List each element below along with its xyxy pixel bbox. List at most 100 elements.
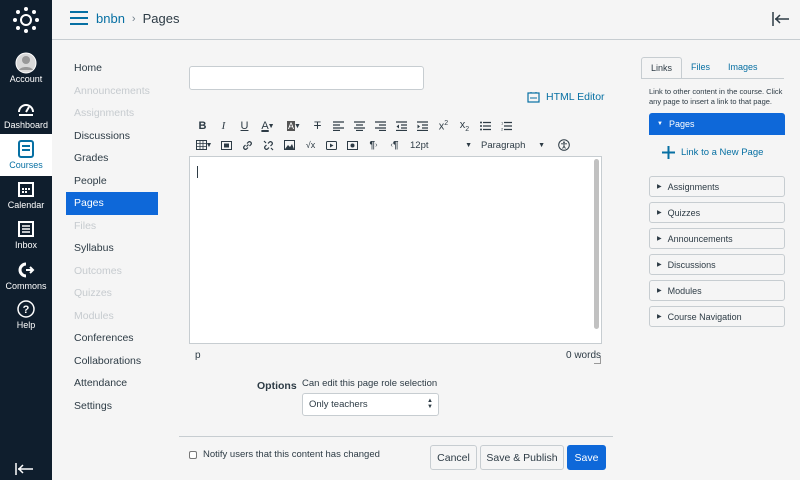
section-label: Announcements bbox=[667, 233, 733, 244]
breadcrumb-course[interactable]: bnbn bbox=[96, 11, 125, 26]
tab-images[interactable]: Images bbox=[719, 57, 767, 79]
tab-links[interactable]: Links bbox=[641, 57, 683, 79]
nav-inbox[interactable]: Inbox bbox=[0, 218, 52, 258]
course-nav-attendance[interactable]: Attendance bbox=[66, 372, 158, 395]
chevron-down-icon: ▼ bbox=[203, 141, 213, 149]
triangle-right-icon: ▶ bbox=[657, 288, 662, 294]
bullet-list-button[interactable] bbox=[475, 118, 496, 134]
hamburger-icon[interactable] bbox=[70, 11, 88, 27]
link-to-new-page[interactable]: Link to a New Page bbox=[662, 146, 763, 159]
clear-formatting-button[interactable]: T bbox=[307, 118, 328, 134]
course-nav-grades[interactable]: Grades bbox=[66, 147, 158, 170]
calendar-icon bbox=[15, 178, 37, 200]
media-button[interactable] bbox=[216, 137, 237, 153]
collapse-sidebar-icon[interactable] bbox=[772, 11, 790, 27]
course-nav-home[interactable]: Home bbox=[66, 57, 158, 80]
rich-content-editor[interactable] bbox=[189, 156, 602, 344]
embed-button[interactable] bbox=[321, 137, 342, 153]
nav-account-label: Account bbox=[9, 74, 43, 84]
notify-checkbox[interactable] bbox=[189, 450, 197, 459]
nav-help-label: Help bbox=[16, 320, 36, 330]
equation-button[interactable]: √x bbox=[300, 137, 321, 153]
notify-checkbox-row[interactable]: Notify users that this content has chang… bbox=[189, 449, 380, 460]
section-discussions[interactable]: ▶ Discussions bbox=[649, 254, 785, 275]
link-icon bbox=[243, 140, 252, 150]
subscript-button[interactable]: x2 bbox=[454, 118, 475, 134]
section-assignments[interactable]: ▶ Assignments bbox=[649, 176, 785, 197]
nav-account[interactable]: Account bbox=[0, 52, 52, 92]
align-center-button[interactable] bbox=[349, 118, 370, 134]
cancel-button[interactable]: Cancel bbox=[430, 445, 477, 470]
course-nav-quizzes[interactable]: Quizzes bbox=[66, 282, 158, 305]
canvas-logo-icon[interactable] bbox=[12, 6, 40, 34]
course-nav-assignments[interactable]: Assignments bbox=[66, 102, 158, 125]
unlink-icon bbox=[263, 140, 274, 150]
image-button[interactable] bbox=[279, 137, 300, 153]
editor-scrollbar[interactable] bbox=[594, 159, 599, 329]
course-nav-syllabus[interactable]: Syllabus bbox=[66, 237, 158, 260]
course-nav-files[interactable]: Files bbox=[66, 215, 158, 238]
block-format-select[interactable]: Paragraph ▼ bbox=[478, 140, 553, 151]
edit-role-value: Only teachers bbox=[309, 399, 368, 410]
text-color-button[interactable]: A ▼ bbox=[255, 118, 281, 134]
sidebar-description: Link to other content in the course. Cli… bbox=[649, 87, 783, 106]
course-nav-people[interactable]: People bbox=[66, 170, 158, 193]
record-media-button[interactable] bbox=[342, 137, 363, 153]
save-button[interactable]: Save bbox=[567, 445, 606, 470]
nav-calendar[interactable]: Calendar bbox=[0, 178, 52, 218]
nav-help[interactable]: ? Help bbox=[0, 298, 52, 338]
section-pages[interactable]: ▼ Pages bbox=[649, 113, 785, 135]
section-label: Discussions bbox=[667, 259, 716, 270]
page-title-input[interactable] bbox=[189, 66, 424, 90]
nav-commons[interactable]: Commons bbox=[0, 259, 52, 299]
account-icon bbox=[15, 52, 37, 74]
save-publish-button[interactable]: Save & Publish bbox=[480, 445, 564, 470]
unlink-button[interactable] bbox=[258, 137, 279, 153]
nav-dashboard[interactable]: Dashboard bbox=[0, 98, 52, 138]
table-button[interactable]: ▼ bbox=[192, 137, 216, 153]
course-nav-discussions[interactable]: Discussions bbox=[66, 125, 158, 148]
commons-icon bbox=[15, 259, 37, 281]
font-size-select[interactable]: 12pt ▼ bbox=[405, 140, 478, 151]
course-nav-settings[interactable]: Settings bbox=[66, 395, 158, 418]
editor-toolbar-row-2: ▼ √x ¶ › ‹ ¶ 12pt ▼ Paragraph ▼ bbox=[192, 137, 574, 153]
course-nav-pages[interactable]: Pages bbox=[66, 192, 158, 215]
svg-text:2: 2 bbox=[501, 127, 504, 132]
collapse-nav-icon[interactable] bbox=[15, 462, 35, 476]
nav-courses[interactable]: Courses bbox=[0, 134, 52, 176]
background-color-button[interactable]: A ▼ bbox=[281, 118, 307, 134]
numbered-list-button[interactable]: 12 bbox=[496, 118, 517, 134]
align-right-button[interactable] bbox=[370, 118, 391, 134]
underline-button[interactable]: U bbox=[234, 118, 255, 134]
section-modules[interactable]: ▶ Modules bbox=[649, 280, 785, 301]
options-label: Options bbox=[257, 380, 297, 392]
chevron-down-icon: ▼ bbox=[538, 141, 545, 149]
course-nav-conferences[interactable]: Conferences bbox=[66, 327, 158, 350]
course-nav-announcements[interactable]: Announcements bbox=[66, 80, 158, 103]
plus-icon bbox=[662, 146, 675, 159]
indent-button[interactable] bbox=[412, 118, 433, 134]
section-label: Course Navigation bbox=[667, 311, 742, 322]
section-announcements[interactable]: ▶ Announcements bbox=[649, 228, 785, 249]
ltr-button[interactable]: ¶ › bbox=[363, 137, 384, 153]
html-editor-toggle[interactable]: HTML Editor bbox=[527, 91, 605, 103]
course-nav-modules[interactable]: Modules bbox=[66, 305, 158, 328]
tab-files[interactable]: Files bbox=[682, 57, 719, 79]
link-button[interactable] bbox=[237, 137, 258, 153]
accessibility-checker-button[interactable] bbox=[553, 137, 574, 153]
section-quizzes[interactable]: ▶ Quizzes bbox=[649, 202, 785, 223]
section-course-navigation[interactable]: ▶ Course Navigation bbox=[649, 306, 785, 327]
triangle-down-icon: ▼ bbox=[657, 121, 663, 127]
editor-status-path: p bbox=[195, 350, 201, 361]
italic-button[interactable]: I bbox=[213, 118, 234, 134]
superscript-button[interactable]: x2 bbox=[433, 118, 454, 134]
course-nav-outcomes[interactable]: Outcomes bbox=[66, 260, 158, 283]
resize-handle-icon[interactable] bbox=[594, 357, 601, 364]
align-left-button[interactable] bbox=[328, 118, 349, 134]
course-nav-collaborations[interactable]: Collaborations bbox=[66, 350, 158, 373]
edit-role-select[interactable]: Only teachers ▲ ▼ bbox=[302, 393, 439, 416]
text-cursor bbox=[197, 166, 198, 178]
rtl-button[interactable]: ‹ ¶ bbox=[384, 137, 405, 153]
bold-button[interactable]: B bbox=[192, 118, 213, 134]
outdent-button[interactable] bbox=[391, 118, 412, 134]
